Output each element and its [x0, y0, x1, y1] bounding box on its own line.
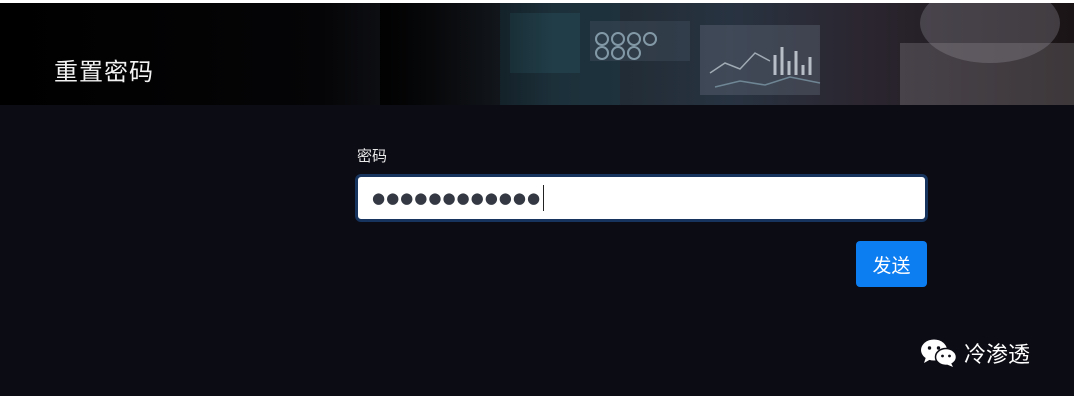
wechat-icon [921, 339, 958, 367]
password-label: 密码 [357, 147, 388, 165]
screenshot-frame: 重置密码 密码 ●●●●●●●●●●●● 发送 冷渗透 [0, 0, 1080, 401]
password-masked-value: ●●●●●●●●●●●● [372, 189, 542, 207]
reset-password-page: 重置密码 密码 ●●●●●●●●●●●● 发送 冷渗透 [0, 3, 1074, 396]
page-title: 重置密码 [54, 58, 154, 86]
password-input[interactable]: ●●●●●●●●●●●● [355, 174, 928, 222]
banner-image [380, 3, 1074, 105]
watermark: 冷渗透 [920, 337, 1030, 369]
send-button[interactable]: 发送 [856, 241, 927, 287]
text-caret [543, 185, 545, 211]
watermark-text: 冷渗透 [964, 343, 1031, 368]
header-banner: 重置密码 [0, 3, 1074, 105]
